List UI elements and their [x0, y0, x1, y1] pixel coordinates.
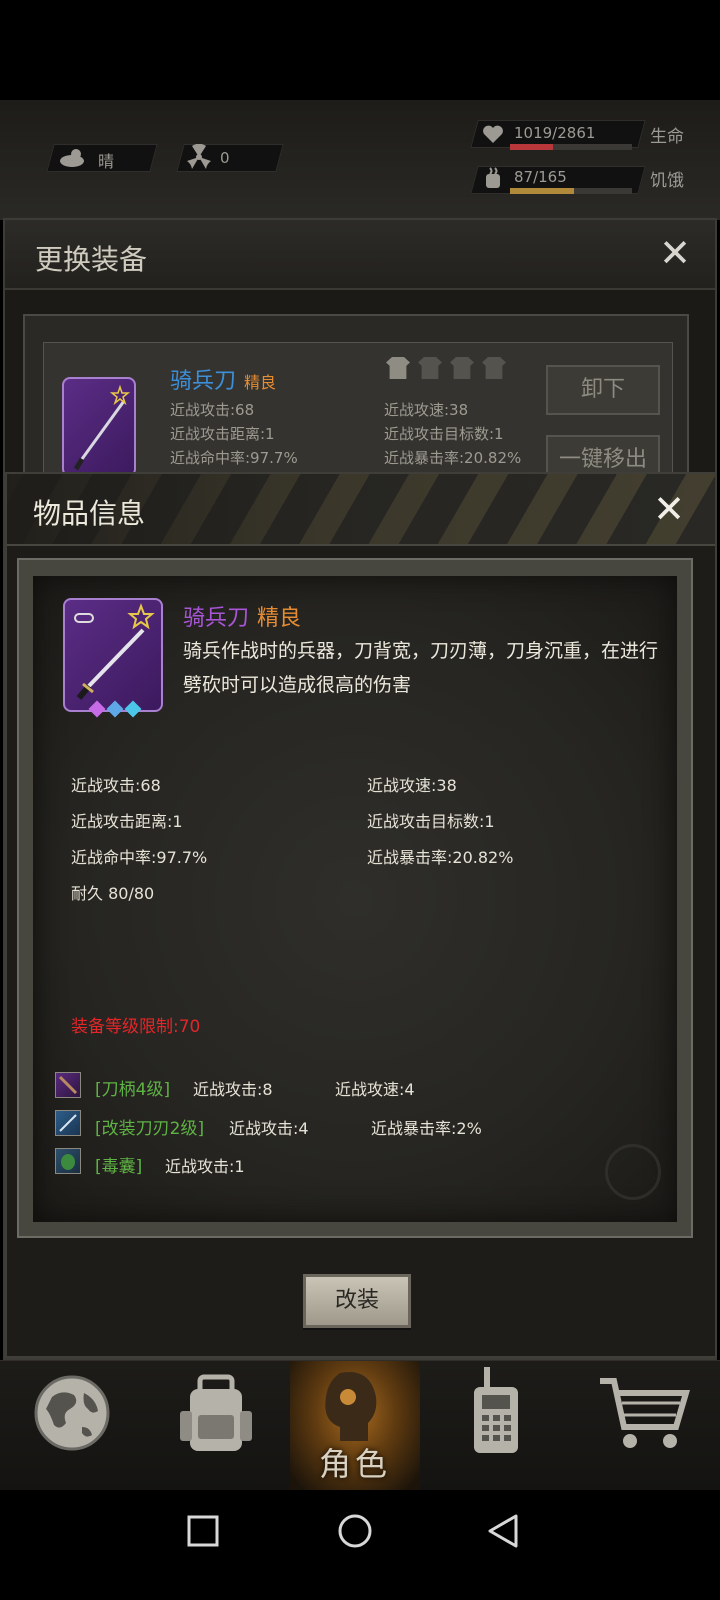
- equipped-stat: 近战暴击率:20.82%: [384, 449, 522, 467]
- equipped-item-name: 骑兵刀: [170, 369, 237, 394]
- item-info-header: 物品信息 ✕: [7, 474, 715, 546]
- unequip-button[interactable]: 卸下: [546, 365, 660, 415]
- link-icon: [74, 613, 94, 623]
- item-stat: 近战暴击率:20.82%: [367, 848, 514, 867]
- gem-icon: [124, 700, 142, 718]
- equipped-item-slot[interactable]: [62, 377, 136, 477]
- level-requirement: 装备等级限制:70: [71, 1017, 201, 1037]
- health-label: 生命: [650, 127, 684, 147]
- nav-character[interactable]: 角色: [290, 1361, 420, 1491]
- mod-name: [刀柄4级]: [95, 1080, 171, 1100]
- item-icon-slot: [63, 598, 163, 718]
- bottom-nav: 角色: [0, 1360, 720, 1491]
- durability-text: 耐久 80/80: [71, 884, 155, 903]
- item-info-title: 物品信息: [33, 497, 146, 530]
- item-stat: 近战攻击目标数:1: [367, 812, 495, 831]
- armor-slots: [386, 357, 506, 383]
- equipped-item-box: 骑兵刀 精良 近战攻击:68 近战攻速:38 近战攻击距离:1 近战攻击目标数:…: [23, 314, 689, 502]
- hunger-label: 饥饿: [650, 171, 684, 191]
- handle-mod-icon: [55, 1072, 81, 1098]
- nav-backpack[interactable]: [144, 1361, 288, 1491]
- character-icon: [325, 1372, 377, 1441]
- shirt-icon: [386, 357, 410, 379]
- poison-sac-icon: [55, 1148, 81, 1174]
- shirt-icon: [482, 357, 506, 379]
- home-icon[interactable]: [336, 1512, 374, 1550]
- item-stat: 近战命中率:97.7%: [71, 848, 208, 867]
- equipped-stat: 近战攻速:38: [384, 401, 469, 419]
- hunger-value: 87/165: [514, 168, 567, 186]
- nav-shop[interactable]: [576, 1361, 720, 1491]
- equipped-stat: 近战攻击:68: [170, 401, 255, 419]
- hunger-bar: [510, 188, 632, 194]
- cart-icon: [600, 1378, 691, 1448]
- item-stat: 近战攻速:38: [367, 776, 457, 795]
- mod-stat: 近战攻击:4: [229, 1119, 309, 1138]
- radiation-watermark-icon: [605, 1144, 661, 1200]
- item-stat: 近战攻击距离:1: [71, 812, 183, 831]
- item-stat: 近战攻击:68: [71, 776, 161, 795]
- mod-stat: 近战攻击:8: [193, 1080, 273, 1099]
- item-name: 骑兵刀: [183, 606, 250, 631]
- backpack-icon: [180, 1374, 252, 1451]
- equipped-stat: 近战命中率:97.7%: [170, 449, 298, 467]
- health-value: 1019/2861: [514, 124, 596, 142]
- shirt-icon: [450, 357, 474, 379]
- item-info-close-icon[interactable]: ✕: [653, 490, 685, 528]
- saber-icon: [73, 384, 131, 471]
- blade-mod-icon: [55, 1110, 81, 1136]
- equipped-item-quality: 精良: [244, 373, 277, 392]
- item-name-line: 骑兵刀 精良: [183, 600, 301, 632]
- status-hud: 晴 0 1019/2861 生命 87/165 饥饿: [0, 100, 720, 316]
- mod-stat: 近战暴击率:2%: [371, 1119, 482, 1138]
- weather-text: 晴: [98, 152, 115, 171]
- item-quality: 精良: [257, 606, 302, 631]
- hunger-bar-fill: [510, 188, 575, 194]
- modify-button[interactable]: 改装: [303, 1274, 411, 1328]
- nav-character-label: 角色: [318, 1445, 391, 1483]
- star-icon: [127, 603, 155, 630]
- cloud-sun-icon: [60, 149, 84, 167]
- saber-icon: [74, 603, 155, 700]
- nav-radio[interactable]: [432, 1361, 576, 1491]
- mod-name: [改装刀刃2级]: [95, 1119, 205, 1139]
- health-bar-fill: [510, 144, 554, 150]
- gem-sockets: [88, 700, 142, 719]
- mod-stat: 近战攻速:4: [335, 1080, 415, 1099]
- nav-map[interactable]: [0, 1361, 144, 1491]
- radiation-icon: [187, 144, 211, 169]
- map-icon: [34, 1375, 110, 1451]
- mod-name: [毒囊]: [95, 1157, 143, 1177]
- heart-icon: [483, 125, 503, 143]
- mod-stat: 近战攻击:1: [165, 1157, 245, 1176]
- radio-icon: [474, 1367, 518, 1453]
- equipped-stat: 近战攻击距离:1: [170, 425, 275, 443]
- equip-panel-title: 更换装备: [35, 243, 148, 276]
- equip-panel-close-icon[interactable]: ✕: [659, 234, 691, 272]
- item-info-modal: 物品信息 ✕ 骑兵刀 精良 骑兵作战时的兵器，刀背宽，刀刃薄，刀身沉重，在进行劈砍…: [5, 472, 717, 1358]
- radiation-value: 0: [220, 149, 230, 167]
- item-description: 骑兵作战时的兵器，刀背宽，刀刃薄，刀身沉重，在进行劈砍时可以造成很高的伤害: [183, 640, 659, 696]
- equipped-stat: 近战攻击目标数:1: [384, 425, 504, 443]
- back-icon[interactable]: [486, 1512, 520, 1550]
- shirt-icon: [418, 357, 442, 379]
- health-bar: [510, 144, 632, 150]
- equip-panel-header: 更换装备 ✕: [5, 220, 715, 290]
- hunger-icon: [486, 167, 500, 188]
- gem-icon: [88, 700, 106, 718]
- system-nav-bar: [0, 1490, 720, 1600]
- recents-icon[interactable]: [186, 1514, 220, 1548]
- gem-icon: [106, 700, 124, 718]
